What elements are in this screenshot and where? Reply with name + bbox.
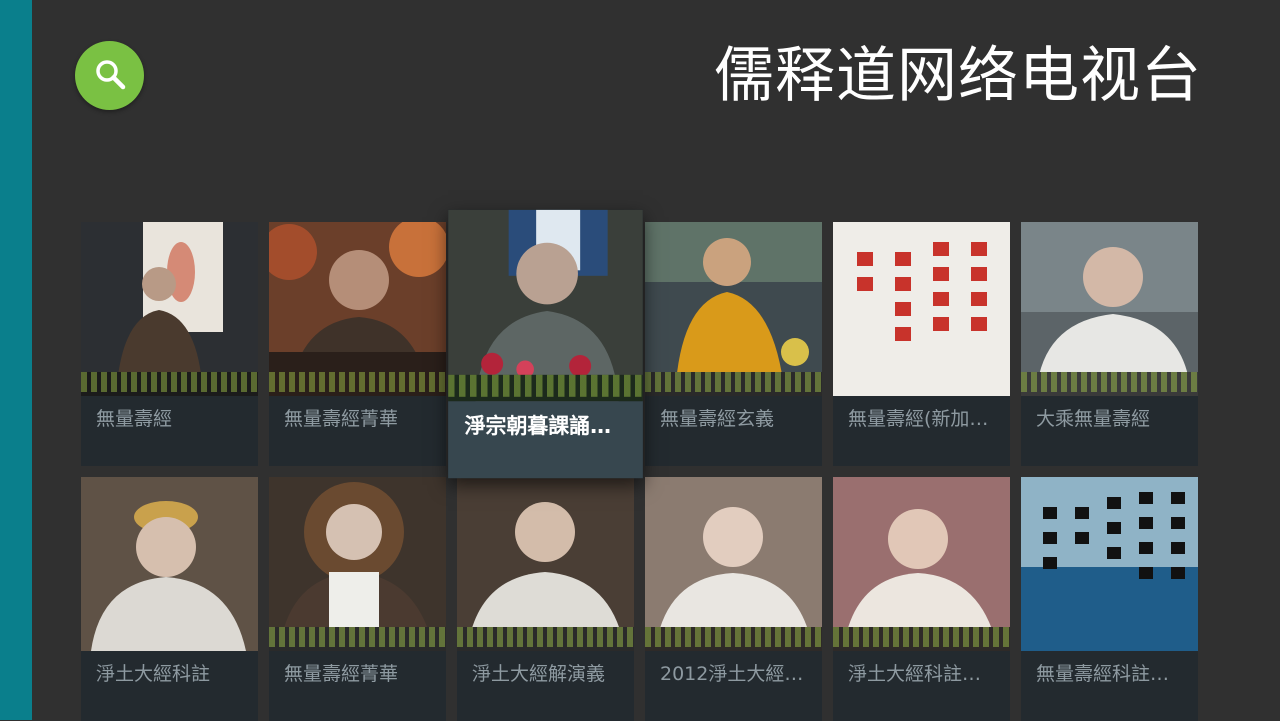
video-title: 淨土大經解演義 xyxy=(457,651,634,721)
video-card[interactable]: 淨土大經科註 xyxy=(81,477,258,721)
video-card[interactable]: 淨土大經科註（第四回） xyxy=(833,477,1010,721)
video-card[interactable]: 大乘無量壽經 xyxy=(1021,222,1198,466)
video-thumbnail xyxy=(645,477,822,651)
app-title: 儒释道网络电视台 xyxy=(714,41,1202,111)
video-title: 淨土大經科註（第四回） xyxy=(833,651,1010,721)
video-thumbnail xyxy=(448,209,643,402)
video-thumbnail xyxy=(645,222,822,396)
side-accent-strip xyxy=(0,0,32,720)
video-thumbnail xyxy=(833,222,1010,396)
video-thumbnail xyxy=(833,477,1010,651)
video-title: 無量壽經菁華 xyxy=(269,651,446,721)
video-thumbnail xyxy=(269,222,446,396)
video-title: 淨土大經科註 xyxy=(81,651,258,721)
video-card[interactable]: 淨宗朝暮課誦經文 xyxy=(448,209,643,479)
search-button[interactable] xyxy=(75,41,144,110)
video-card[interactable]: 2012淨土大經科註 xyxy=(645,477,822,721)
video-title: 無量壽經科註第四回 xyxy=(1021,651,1198,721)
video-thumbnail xyxy=(1021,222,1198,396)
video-title: 2012淨土大經科註 xyxy=(645,651,822,721)
video-thumbnail xyxy=(269,477,446,651)
video-card[interactable]: 無量壽經 xyxy=(81,222,258,466)
video-title: 無量壽經 xyxy=(81,396,258,466)
video-thumbnail xyxy=(1021,477,1198,651)
search-icon xyxy=(93,57,127,95)
video-card[interactable]: 無量壽經玄義 xyxy=(645,222,822,466)
video-grid: 無量壽經 無量壽經菁華 淨宗朝暮課誦經文 無量壽經玄義 無量壽經(新加坡) 大乘… xyxy=(81,209,1198,721)
video-title: 無量壽經(新加坡) xyxy=(833,396,1010,466)
video-card[interactable]: 淨土大經解演義 xyxy=(457,477,634,721)
video-title: 無量壽經玄義 xyxy=(645,396,822,466)
video-card[interactable]: 無量壽經菁華 xyxy=(269,222,446,466)
video-card[interactable]: 無量壽經(新加坡) xyxy=(833,222,1010,466)
video-card[interactable]: 無量壽經菁華 xyxy=(269,477,446,721)
video-thumbnail xyxy=(81,222,258,396)
video-title: 大乘無量壽經 xyxy=(1021,396,1198,466)
video-title: 淨宗朝暮課誦經文 xyxy=(448,401,643,479)
video-thumbnail xyxy=(457,477,634,651)
video-title: 無量壽經菁華 xyxy=(269,396,446,466)
video-card[interactable]: 無量壽經科註第四回 xyxy=(1021,477,1198,721)
video-thumbnail xyxy=(81,477,258,651)
